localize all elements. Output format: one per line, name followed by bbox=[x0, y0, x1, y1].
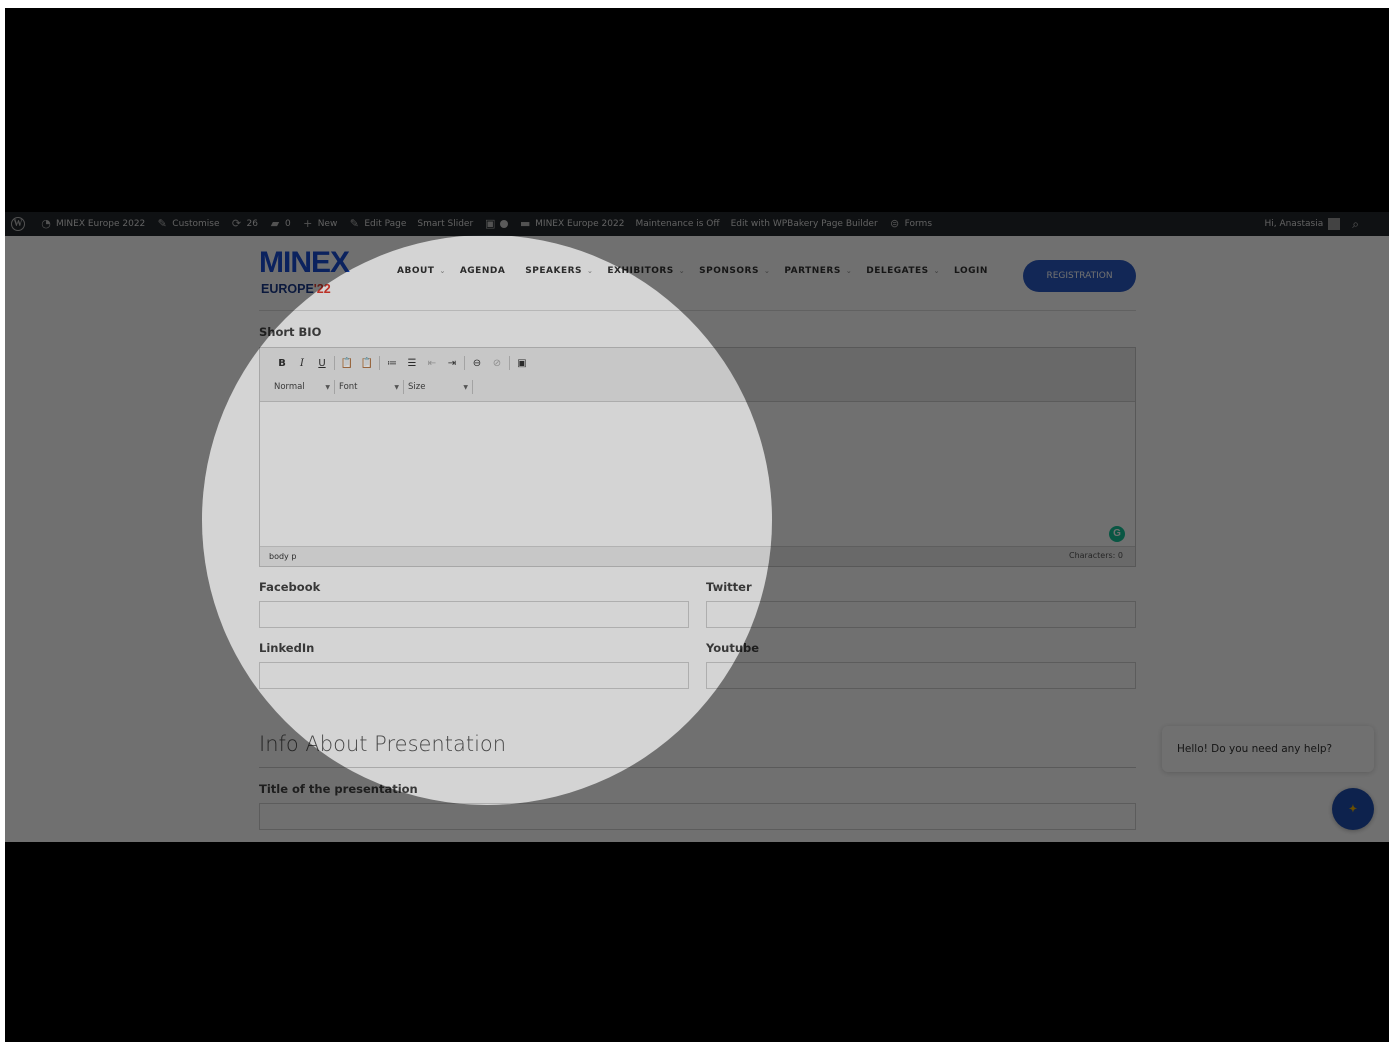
linkedin-label: LinkedIn bbox=[259, 641, 315, 655]
admin-site-name[interactable]: ◔ MINEX Europe 2022 bbox=[40, 218, 145, 230]
paste-word-icon[interactable]: 📋 bbox=[357, 355, 377, 371]
presentation-title-field[interactable] bbox=[259, 803, 1136, 830]
bulleted-list-icon[interactable]: ☰ bbox=[402, 355, 422, 371]
yoast-icon: ▣ bbox=[484, 217, 496, 230]
comment-icon: ▰ bbox=[270, 217, 280, 230]
chat-logo-icon: ✦ bbox=[1348, 803, 1358, 815]
nav-item-delegates[interactable]: DELEGATES ⌄ bbox=[866, 266, 940, 276]
short-bio-textarea[interactable]: G bbox=[260, 402, 1135, 546]
image-icon[interactable]: ▣ bbox=[512, 355, 532, 371]
editor-toolbar: B I U 📋 📋 ≔ ☰ ⇤ ⇥ ⊖ ⊘ ▣ Normal ▼ Font ▼ … bbox=[260, 348, 1135, 402]
registration-button[interactable]: REGISTRATION bbox=[1023, 260, 1136, 292]
element-path: body p bbox=[269, 552, 297, 561]
forms-icon: ⊜ bbox=[890, 217, 900, 230]
character-count: Characters: 0 bbox=[1069, 551, 1123, 560]
search-icon[interactable]: ⌕ bbox=[1352, 217, 1359, 232]
admin-new[interactable]: + New bbox=[302, 217, 337, 230]
admin-edit-page[interactable]: ✎ Edit Page bbox=[348, 217, 407, 230]
short-bio-editor: B I U 📋 📋 ≔ ☰ ⇤ ⇥ ⊖ ⊘ ▣ Normal ▼ Font ▼ … bbox=[259, 347, 1136, 567]
toolbar-divider bbox=[403, 380, 404, 394]
nav-item-partners[interactable]: PARTNERS ⌄ bbox=[784, 266, 852, 276]
logo-mark: MINEX bbox=[259, 246, 350, 279]
chevron-down-icon: ⌄ bbox=[587, 267, 594, 275]
youtube-label: Youtube bbox=[706, 641, 760, 655]
nav-item-exhibitors[interactable]: EXHIBITORS ⌄ bbox=[607, 266, 685, 276]
bold-button[interactable]: B bbox=[272, 355, 292, 371]
twitter-label: Twitter bbox=[706, 580, 752, 594]
unlink-icon[interactable]: ⊘ bbox=[487, 355, 507, 371]
logo-subtitle: EUROPE'22 bbox=[261, 282, 331, 296]
facebook-field[interactable] bbox=[259, 601, 689, 628]
avatar bbox=[1328, 218, 1341, 230]
chevron-down-icon: ▼ bbox=[463, 383, 468, 391]
format-select[interactable]: Normal ▼ bbox=[272, 380, 332, 394]
seo-status-dot-icon bbox=[500, 220, 509, 228]
admin-comments[interactable]: ▰ 0 bbox=[269, 218, 291, 230]
italic-button[interactable]: I bbox=[292, 355, 312, 371]
nav-item-login[interactable]: LOGIN bbox=[954, 266, 988, 276]
font-select[interactable]: Font ▼ bbox=[337, 380, 401, 394]
dashboard-icon: ◔ bbox=[41, 217, 51, 230]
toolbar-divider bbox=[464, 356, 465, 370]
toolbar-divider bbox=[334, 380, 335, 394]
brush-icon: ✎ bbox=[157, 217, 167, 230]
section-title: Info About Presentation bbox=[259, 732, 507, 756]
short-bio-label: Short BIO bbox=[259, 325, 322, 339]
site-logo[interactable]: MINEX EUROPE'22 bbox=[259, 246, 350, 302]
chevron-down-icon: ⌄ bbox=[763, 267, 771, 275]
admin-customise[interactable]: ✎ Customise bbox=[156, 217, 220, 230]
link-icon[interactable]: ⊖ bbox=[467, 355, 487, 371]
admin-site-name-2[interactable]: ▬ MINEX Europe 2022 bbox=[519, 218, 624, 230]
chevron-down-icon: ⌄ bbox=[845, 267, 853, 275]
admin-maintenance[interactable]: Maintenance is Off bbox=[635, 219, 719, 229]
presentation-title-label: Title of the presentation bbox=[259, 782, 418, 796]
toolbar-divider bbox=[334, 356, 335, 370]
section-divider bbox=[259, 767, 1136, 768]
grammarly-icon[interactable]: G bbox=[1109, 526, 1125, 542]
youtube-field[interactable] bbox=[706, 662, 1136, 689]
admin-smart-slider[interactable]: Smart Slider bbox=[417, 219, 473, 229]
wp-logo-menu[interactable]: W bbox=[11, 217, 29, 231]
chat-launcher-button[interactable]: ✦ bbox=[1332, 788, 1374, 830]
chevron-down-icon: ▼ bbox=[325, 383, 330, 391]
nav-item-speakers[interactable]: SPEAKERS ⌄ bbox=[525, 266, 593, 276]
linkedin-field[interactable] bbox=[259, 662, 689, 689]
plus-icon: + bbox=[303, 217, 313, 230]
toolbar-divider bbox=[472, 380, 473, 394]
admin-forms[interactable]: ⊜ Forms bbox=[889, 218, 932, 230]
chevron-down-icon: ⌄ bbox=[933, 267, 941, 275]
twitter-field[interactable] bbox=[706, 601, 1136, 628]
video-frame: W ◔ MINEX Europe 2022 ✎ Customise ⟳ 26 ▰ 0 +… bbox=[5, 8, 1389, 1042]
admin-updates[interactable]: ⟳ 26 bbox=[231, 218, 258, 230]
main-nav: ABOUT ⌄ AGENDA SPEAKERS ⌄ EXHIBITORS ⌄ SPON… bbox=[397, 266, 1002, 276]
outdent-icon[interactable]: ⇤ bbox=[422, 355, 442, 371]
toolbar-divider bbox=[509, 356, 510, 370]
nav-item-sponsors[interactable]: SPONSORS ⌄ bbox=[699, 266, 770, 276]
admin-yoast[interactable]: ▣ bbox=[484, 217, 509, 230]
browser-viewport: W ◔ MINEX Europe 2022 ✎ Customise ⟳ 26 ▰ 0 +… bbox=[5, 212, 1389, 842]
chevron-down-icon: ⌄ bbox=[439, 267, 446, 275]
flag-icon: ▬ bbox=[519, 217, 531, 230]
chevron-down-icon: ▼ bbox=[394, 383, 399, 391]
nav-item-about[interactable]: ABOUT ⌄ bbox=[397, 266, 446, 276]
wordpress-icon: W bbox=[11, 217, 25, 231]
underline-button[interactable]: U bbox=[312, 355, 332, 371]
chat-greeting[interactable]: Hello! Do you need any help? bbox=[1162, 726, 1374, 772]
header-divider bbox=[259, 310, 1136, 311]
admin-wpbakery[interactable]: Edit with WPBakery Page Builder bbox=[731, 219, 878, 229]
updates-icon: ⟳ bbox=[231, 217, 242, 230]
chevron-down-icon: ⌄ bbox=[678, 267, 686, 275]
site-header: MINEX EUROPE'22 ABOUT ⌄ AGENDA SPEAKERS ⌄ … bbox=[5, 236, 1389, 316]
nav-item-agenda[interactable]: AGENDA bbox=[460, 266, 505, 276]
pencil-icon: ✎ bbox=[349, 217, 359, 230]
numbered-list-icon[interactable]: ≔ bbox=[382, 355, 402, 371]
size-select[interactable]: Size ▼ bbox=[406, 380, 470, 394]
toolbar-divider bbox=[379, 356, 380, 370]
facebook-label: Facebook bbox=[259, 580, 321, 594]
wp-admin-bar: W ◔ MINEX Europe 2022 ✎ Customise ⟳ 26 ▰ 0 +… bbox=[5, 212, 1389, 236]
paste-text-icon[interactable]: 📋 bbox=[337, 355, 357, 371]
indent-icon[interactable]: ⇥ bbox=[442, 355, 462, 371]
editor-statusbar: body p Characters: 0 bbox=[260, 546, 1135, 566]
admin-account[interactable]: Hi, Anastasia ⌕ bbox=[1264, 212, 1359, 236]
